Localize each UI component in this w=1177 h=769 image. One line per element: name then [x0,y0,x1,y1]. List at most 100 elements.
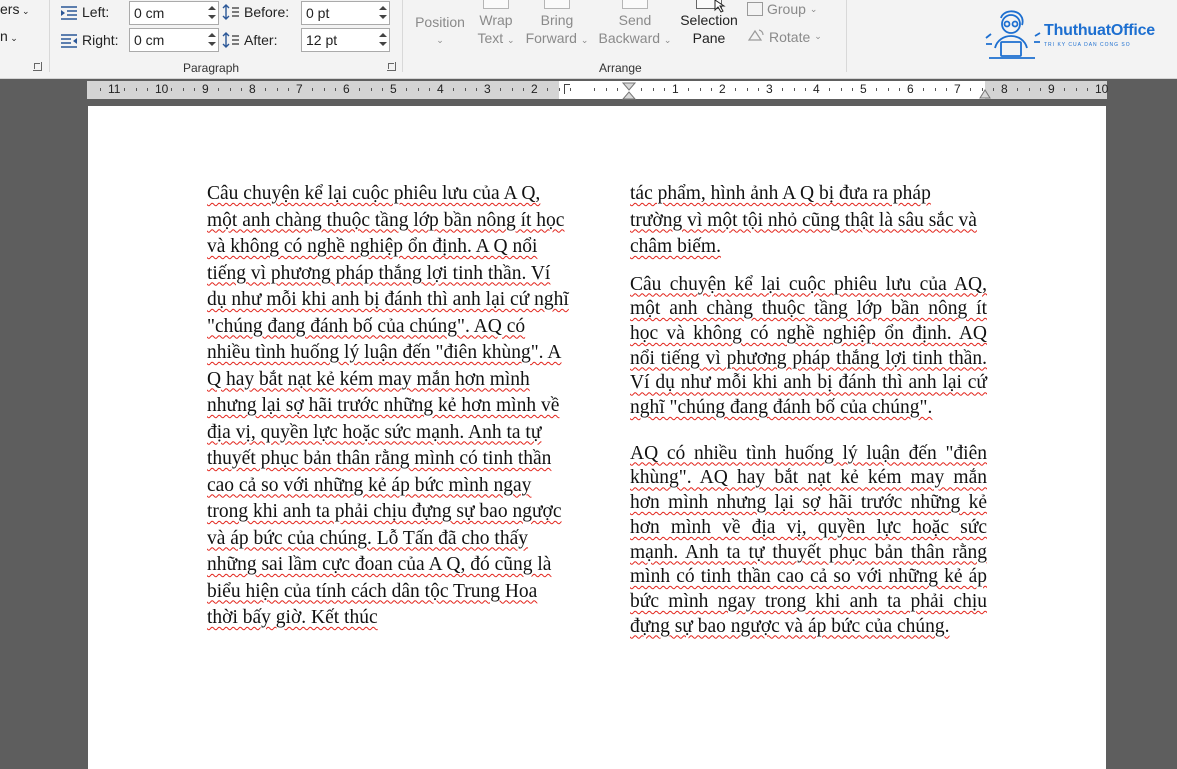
tab-stop-marker[interactable] [564,84,570,94]
spacing-after-spinner[interactable]: 12 pt [301,28,390,52]
document-page[interactable]: Câu chuyện kể lại cuộc phiêu lưu của A Q… [88,106,1106,769]
indent-left-value[interactable]: 0 cm [134,5,164,21]
indent-right-spinner[interactable]: 0 cm [129,28,219,52]
wrap-label-1: Wrap [479,12,513,28]
text-column-right[interactable]: tác phẩm, hình ảnh A Q bị đưa ra pháp tr… [630,181,987,639]
ruler-tick [358,88,360,91]
chevron-down-icon: ⌄ [580,35,589,45]
ruler-tick [781,88,783,91]
ruler-tick [123,88,125,91]
chevron-down-icon: ⌄ [814,31,822,41]
first-line-indent-marker[interactable] [621,81,637,103]
ruler-tick [617,88,619,91]
ruler-tick [699,88,701,91]
ruler-tick [746,88,748,91]
ruler-tick [652,88,654,91]
send-backward-icon [622,0,648,9]
ruler-tick [476,88,478,91]
ruler-tick [840,88,842,91]
arrange-group-label: Arrange [599,61,642,75]
ruler-number: 6 [343,82,350,96]
selection-pane-button[interactable]: Selection Pane [676,0,742,47]
group-separator [402,0,403,72]
indent-left-spinner[interactable]: 0 cm [129,1,219,25]
ruler-tick [264,88,266,91]
spinner-arrows[interactable] [375,2,389,24]
ruler-tick [417,88,419,91]
ruler-tick [464,88,466,91]
horizontal-ruler[interactable]: 11 10 9 8 7 6 5 4 3 2 1 2 3 4 5 6 7 8 9 10 [87,81,1108,100]
chevron-down-icon: ⌄ [809,3,818,14]
ruler-tick [687,88,689,91]
ruler-number: 7 [296,82,303,96]
bring-label-2: Forward [525,30,577,46]
paragraph-text[interactable]: Câu chuyện kể lại cuộc phiêu lưu của AQ,… [630,273,987,421]
ruler-tick [429,88,431,91]
rotate-button[interactable]: Rotate ⌄ [747,28,822,45]
text-column-left[interactable]: Câu chuyện kể lại cuộc phiêu lưu của A Q… [207,181,572,632]
ruler-tick [969,88,971,91]
spacing-after-row: After: [222,28,277,52]
spinner-arrows[interactable] [204,2,218,24]
ruler-tick [1075,88,1077,91]
group-separator [846,0,847,72]
ruler-number: 2 [719,82,726,96]
paragraph-dialog-launcher[interactable] [387,62,396,71]
indent-right-value[interactable]: 0 cm [134,32,164,48]
paragraph-text[interactable]: Câu chuyện kể lại cuộc phiêu lưu của A Q… [207,181,572,632]
position-button[interactable]: Position ⌄ [411,5,469,49]
ruler-tick [323,88,325,91]
ruler-tick [335,88,337,91]
ruler-tick [793,88,795,91]
ruler-tick [499,88,501,91]
spinner-arrows[interactable] [204,29,218,51]
ruler-tick [170,88,172,91]
logo-title: ThuthuatOffice [1044,22,1155,39]
spacing-after-value[interactable]: 12 pt [306,32,337,48]
ruler-tick [511,88,513,91]
ruler-tick [805,88,807,91]
cut-group-dialog-launcher[interactable] [33,62,42,71]
send-backward-button[interactable]: Send Backward ⌄ [595,0,675,49]
wrap-text-button[interactable]: Wrap Text ⌄ [469,0,523,49]
ruler-number: 7 [954,82,961,96]
ruler-tick [899,88,901,91]
ruler-number: 10 [155,82,169,96]
ruler-tick [311,88,313,91]
spacing-before-row: Before: [222,0,289,24]
ruler-tick [946,88,948,91]
spacing-before-spinner[interactable]: 0 pt [301,1,390,25]
paragraph-text[interactable]: AQ có nhiều tình huống lý luận đến "điên… [630,442,987,640]
send-label-2: Backward [598,30,661,46]
ruler-tick [194,88,196,91]
ruler-tick [1028,88,1030,91]
ruler-number: 9 [1048,82,1055,96]
group-label: Group [767,1,806,17]
ruler-tick [276,88,278,91]
right-indent-marker[interactable] [978,87,992,99]
send-label-1: Send [618,12,652,28]
ruler-tick [558,88,560,91]
ruler-tick [640,88,642,91]
rotate-label: Rotate [769,28,811,45]
ruler-tick [1063,88,1065,91]
ruler-number: 8 [249,82,256,96]
paragraph-text[interactable]: tác phẩm, hình ảnh A Q bị đưa ra pháp tr… [630,181,987,261]
ruler-tick [605,88,607,91]
ruler-tick [664,88,666,91]
spinner-arrows[interactable] [375,29,389,51]
group-button[interactable]: Group ⌄ [747,1,817,17]
ruler-tick [828,88,830,91]
ruler-tick [370,88,372,91]
cut-off-button-top[interactable]: ers ⌄ [0,1,30,17]
thuthuatoffice-logo: ThuthuatOffice TRI KY CUA DAN CONG SO [983,4,1173,70]
position-label: Position [415,14,465,30]
chevron-down-icon: ⌄ [663,35,672,45]
ruler-tick [887,88,889,91]
ruler-tick [875,88,877,91]
cut-off-button-bottom[interactable]: n ⌄ [0,28,18,44]
spacing-before-value[interactable]: 0 pt [306,5,329,21]
ruler-number: 5 [390,82,397,96]
bring-forward-button[interactable]: Bring Forward ⌄ [521,0,593,49]
ruler-tick [570,88,572,91]
